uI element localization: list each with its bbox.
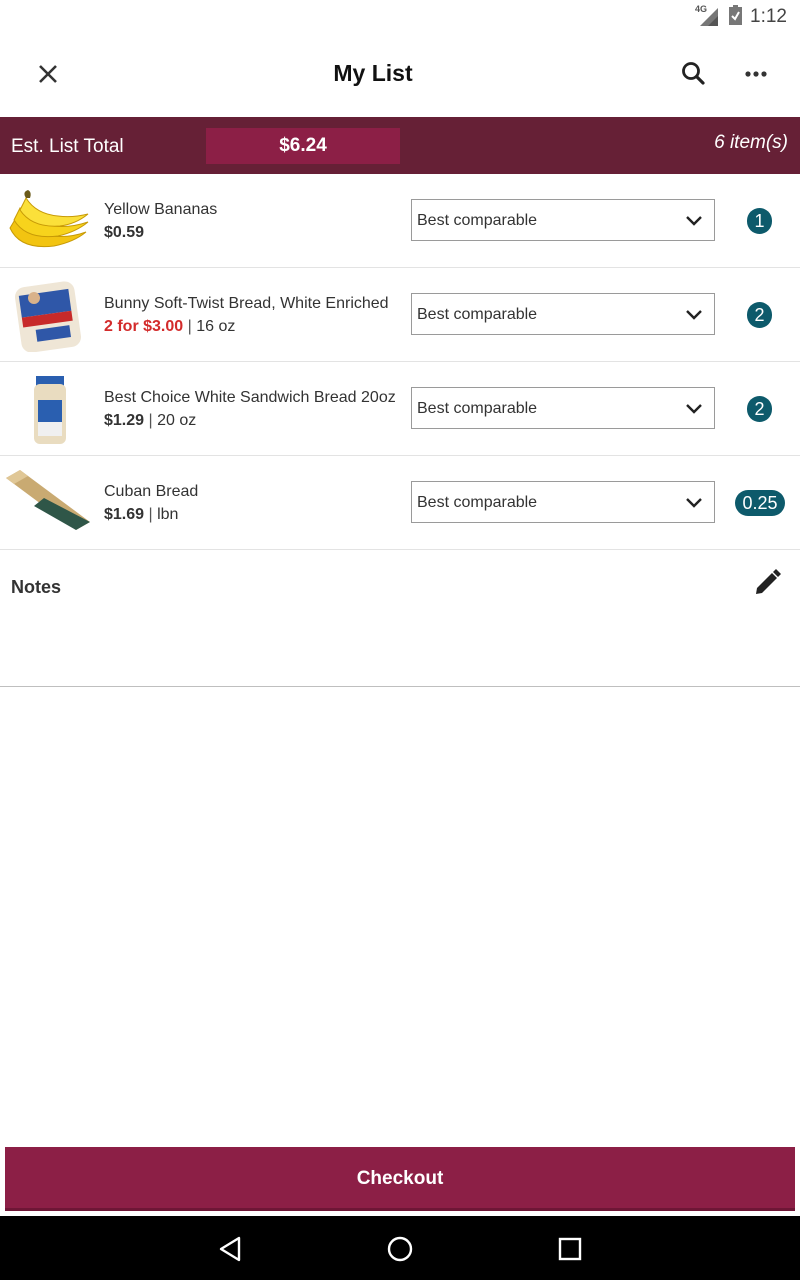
status-bar: 4G 1:12 [0,0,800,32]
item-size: 20 oz [157,412,197,429]
item-count: 6 item(s) [714,132,788,153]
back-icon[interactable] [216,1234,246,1264]
est-total-value: $6.24 [206,128,400,164]
bananas-image [9,190,89,248]
chevron-down-icon [686,498,702,508]
item-price-line: $1.29 | 20 oz [104,412,196,430]
home-icon[interactable] [385,1234,415,1264]
sandwich-bread-image [34,376,66,444]
list-summary-bar: Est. List Total $6.24 6 item(s) [0,117,800,174]
clock: 1:12 [750,6,787,27]
item-price: $1.69 [104,506,145,523]
price-separator: | [144,506,158,523]
substitution-select[interactable]: Best comparable [411,199,715,241]
substitution-select[interactable]: Best comparable [411,293,715,335]
price-separator: | [144,412,158,429]
quantity-badge[interactable]: 0.25 [735,490,785,516]
quantity-badge[interactable]: 2 [747,396,772,422]
notes-label: Notes [11,577,62,597]
item-name: Best Choice White Sandwich Bread 20oz [104,389,396,406]
item-price: $1.29 [104,412,145,429]
list-item[interactable]: Best Choice White Sandwich Bread 20oz $1… [0,362,800,456]
notes-section: Notes [0,550,800,687]
price-separator: | [183,318,197,335]
quantity-badge[interactable]: 2 [747,302,772,328]
quantity-badge[interactable]: 1 [747,208,772,234]
recents-icon[interactable] [555,1234,585,1264]
shopping-list: Yellow Bananas $0.59 Best comparable 1 B… [0,174,800,550]
checkout-button[interactable]: Checkout [5,1147,795,1211]
network-type: 4G [695,4,708,14]
item-price-line: $0.59 [104,224,144,242]
item-name: Yellow Bananas [104,201,218,218]
chevron-down-icon [686,404,702,414]
more-horizontal-icon[interactable] [736,54,776,94]
system-nav-bar [0,1216,800,1280]
item-name: Bunny Soft-Twist Bread, White Enriched [104,295,389,312]
chevron-down-icon [686,310,702,320]
list-item[interactable]: Bunny Soft-Twist Bread, White Enriched 2… [0,268,800,362]
bunny-bread-image [14,281,82,352]
substitution-value: Best comparable [417,212,538,229]
item-price: $0.59 [104,224,145,241]
item-name: Cuban Bread [104,483,199,500]
battery-icon [729,5,742,25]
page-title: My List [333,60,413,86]
substitution-select[interactable]: Best comparable [411,481,715,523]
list-item[interactable]: Cuban Bread $1.69 | lbn Best comparable … [0,456,800,550]
app-bar: My List [0,32,800,117]
chevron-down-icon [686,216,702,226]
search-icon[interactable] [674,54,714,94]
substitution-value: Best comparable [417,494,538,511]
item-price-line: $1.69 | lbn [104,506,178,524]
item-price: 2 for $3.00 [104,318,184,335]
list-item[interactable]: Yellow Bananas $0.59 Best comparable 1 [0,174,800,268]
cuban-bread-image [6,470,90,530]
substitution-value: Best comparable [417,400,538,417]
item-size: lbn [157,506,179,523]
est-total-label: Est. List Total [11,136,124,157]
item-price-line: 2 for $3.00 | 16 oz [104,318,235,336]
pencil-icon[interactable] [752,568,782,598]
substitution-value: Best comparable [417,306,538,323]
substitution-select[interactable]: Best comparable [411,387,715,429]
item-size: 16 oz [196,318,236,335]
